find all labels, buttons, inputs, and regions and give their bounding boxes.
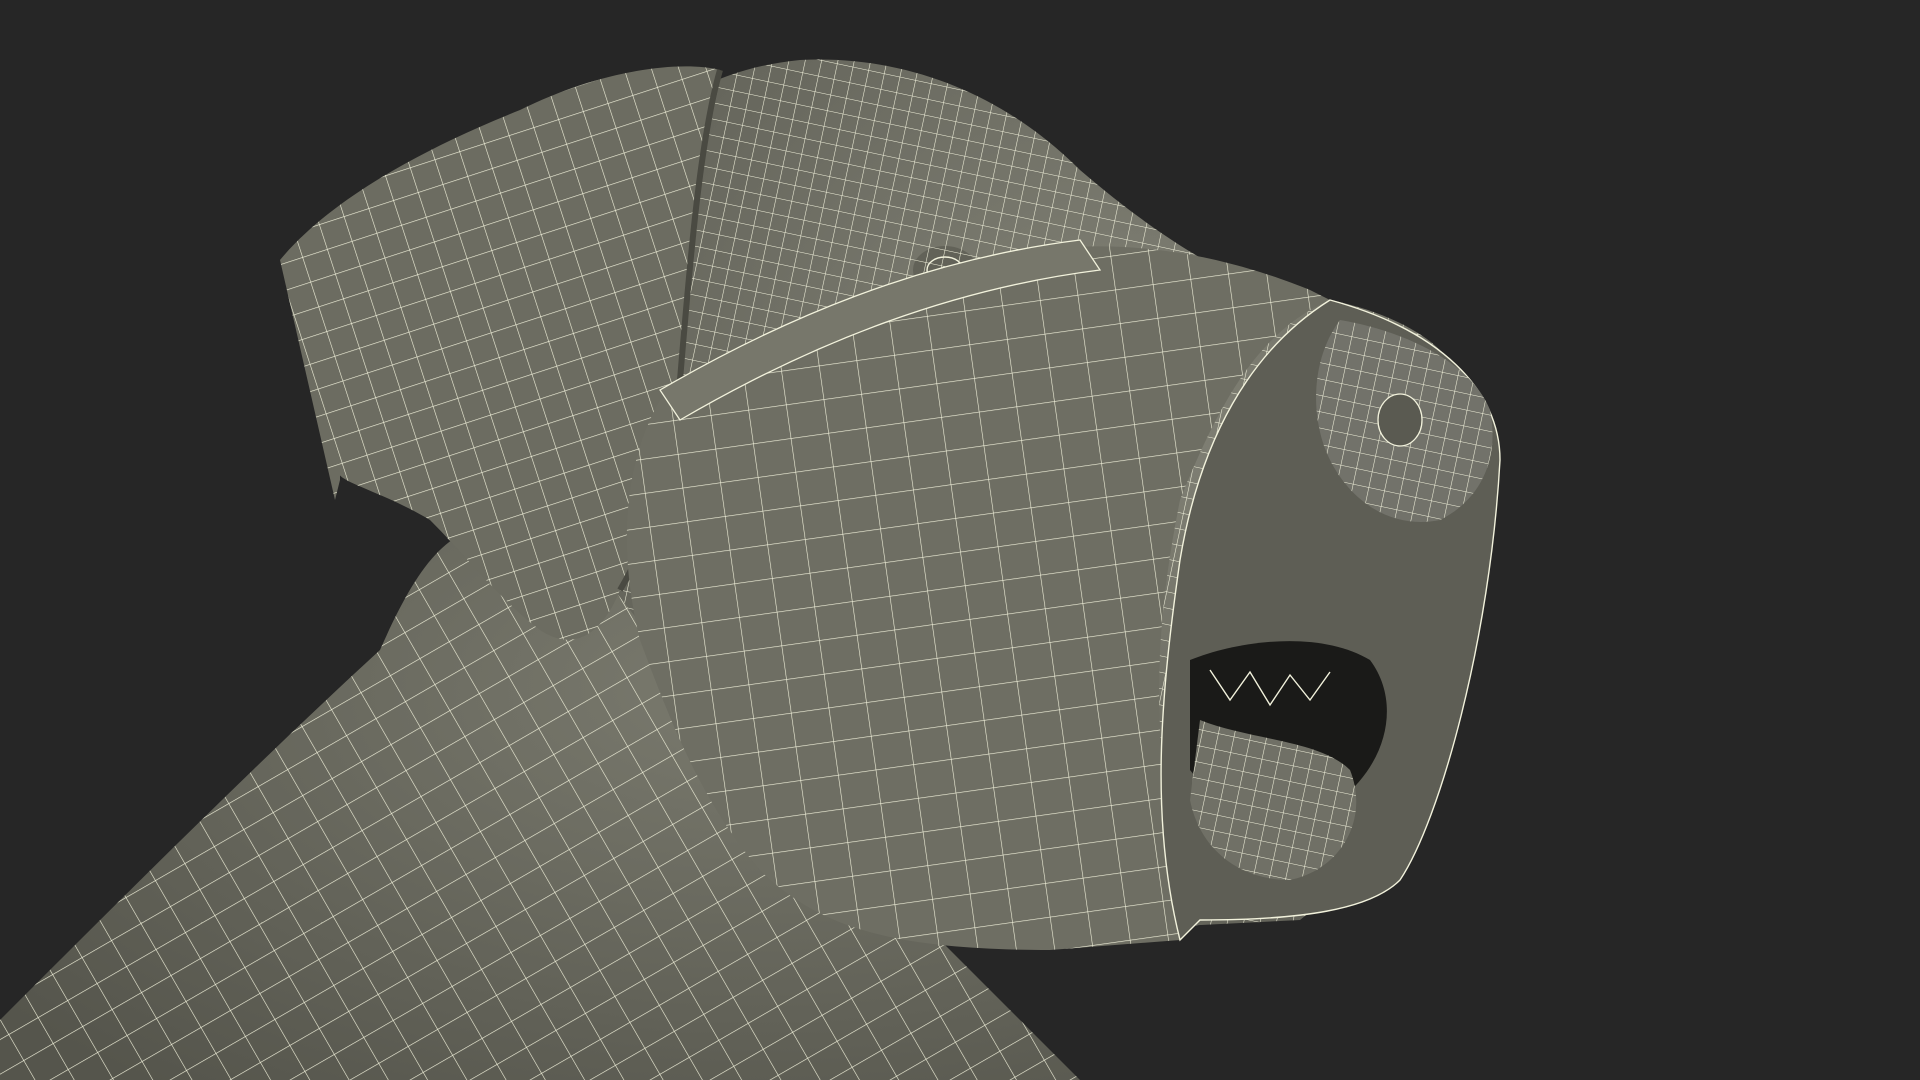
render-viewport <box>0 0 1920 1080</box>
wireframe-render <box>0 59 1501 1080</box>
